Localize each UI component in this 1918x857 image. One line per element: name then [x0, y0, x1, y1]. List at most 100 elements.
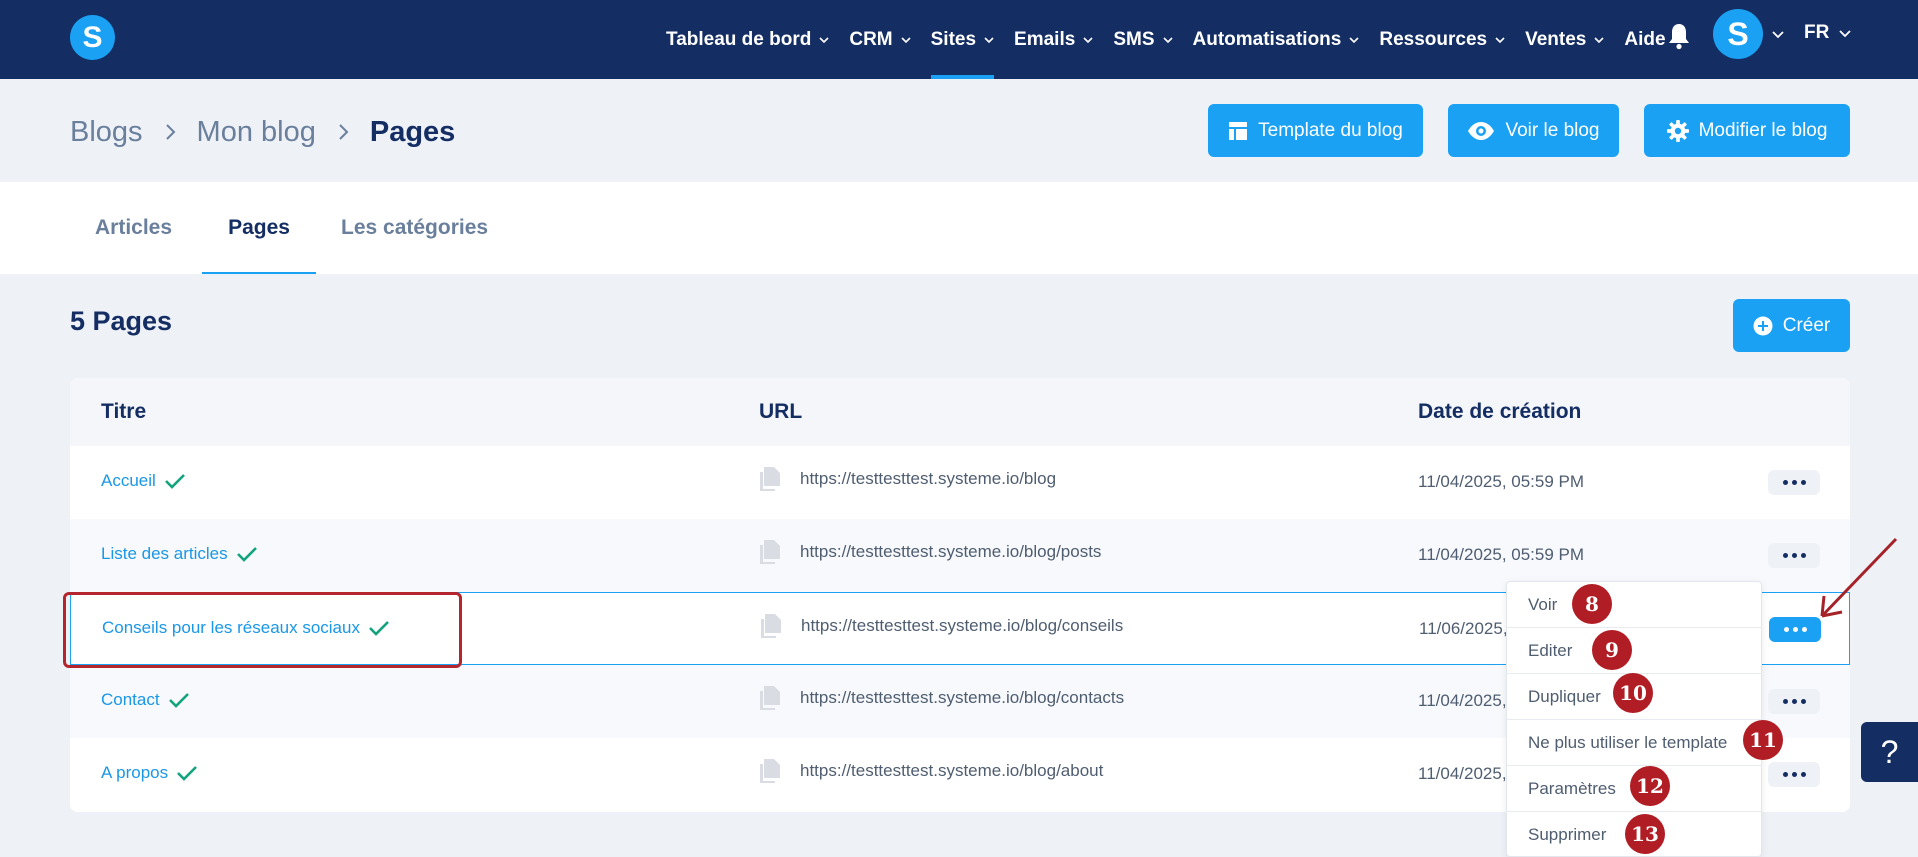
- nav-item-label: Tableau de bord: [666, 28, 812, 50]
- nav-item-label: CRM: [849, 28, 893, 50]
- page-title-text: Liste des articles: [101, 544, 228, 563]
- nav-item-label: Ressources: [1379, 28, 1488, 50]
- bell-icon[interactable]: [1667, 22, 1691, 50]
- systeme-logo[interactable]: S: [70, 15, 115, 60]
- menu-item-label: Voir: [1528, 594, 1558, 614]
- blog-template-button[interactable]: Template du blog: [1208, 104, 1423, 157]
- nav-item-label: Aide: [1624, 28, 1666, 50]
- nav-item-sites[interactable]: Sites: [930, 0, 995, 79]
- tab-categories[interactable]: Les catégories: [341, 182, 488, 274]
- page-title-link[interactable]: Liste des articles: [101, 544, 258, 564]
- tab-pages[interactable]: Pages: [202, 182, 316, 274]
- page-url: https://testtesttest.systeme.io/blog: [759, 466, 1056, 492]
- nav-item-label: SMS: [1113, 28, 1155, 50]
- annotation-highlight-box: [63, 592, 462, 668]
- nav-item-automatisations[interactable]: Automatisations: [1193, 0, 1360, 79]
- breadcrumb: Blogs Mon blog Pages: [70, 110, 455, 154]
- view-blog-button[interactable]: Voir le blog: [1448, 104, 1619, 157]
- nav-item-label: Ventes: [1525, 28, 1587, 50]
- check-icon: [168, 693, 189, 708]
- page-url: https://testtesttest.systeme.io/blog/abo…: [759, 758, 1103, 784]
- top-navigation-bar: S Tableau de bord CRM Sites Emails SMS A…: [0, 0, 1918, 79]
- breadcrumb-mon-blog[interactable]: Mon blog: [197, 116, 316, 149]
- chevron-down-icon: [1594, 36, 1604, 43]
- annotation-badge: 9: [1592, 630, 1632, 670]
- annotation-badge: 12: [1630, 766, 1670, 806]
- nav-item-ventes[interactable]: Ventes: [1525, 0, 1604, 79]
- page-url-text: https://testtesttest.systeme.io/blog/con…: [800, 688, 1125, 707]
- page-title-text: A propos: [101, 763, 169, 782]
- page-title-text: Accueil: [101, 471, 156, 490]
- page-count-title: 5 Pages: [70, 306, 173, 336]
- page-url: https://testtesttest.systeme.io/blog/pos…: [759, 539, 1101, 565]
- chevron-down-icon[interactable]: [1772, 28, 1784, 40]
- menu-item-label: Editer: [1528, 640, 1573, 660]
- create-label: Créer: [1782, 314, 1831, 336]
- nav-item-sms[interactable]: SMS: [1113, 0, 1173, 79]
- copy-icon[interactable]: [759, 758, 781, 784]
- menu-item-label: Ne plus utiliser le template: [1528, 732, 1728, 752]
- page-url-text: https://testtesttest.systeme.io/blog/abo…: [800, 761, 1104, 780]
- page-url: https://testtesttest.systeme.io/blog/con…: [760, 613, 1123, 639]
- help-button[interactable]: ?: [1861, 722, 1918, 782]
- edit-blog-button[interactable]: Modifier le blog: [1644, 104, 1850, 157]
- check-icon: [236, 547, 257, 562]
- nav-item-label: Emails: [1014, 28, 1076, 50]
- nav-item-aide[interactable]: Aide: [1624, 0, 1665, 79]
- page-title-link[interactable]: Contact: [101, 690, 190, 710]
- nav-item-crm[interactable]: CRM: [849, 0, 911, 79]
- check-icon: [177, 766, 198, 781]
- nav-item-tableau-de-bord[interactable]: Tableau de bord: [666, 0, 829, 79]
- menu-item-voir[interactable]: Voir: [1507, 582, 1761, 628]
- breadcrumb-blogs[interactable]: Blogs: [70, 116, 143, 149]
- page-url: https://testtesttest.systeme.io/blog/con…: [759, 685, 1124, 711]
- copy-icon[interactable]: [759, 466, 781, 492]
- language-selector[interactable]: FR: [1804, 22, 1851, 44]
- page-title-link[interactable]: Accueil: [101, 471, 186, 491]
- gear-icon: [1666, 119, 1689, 142]
- blog-template-label: Template du blog: [1258, 119, 1403, 141]
- more-actions-button[interactable]: [1768, 470, 1820, 495]
- create-button[interactable]: Créer: [1733, 299, 1850, 352]
- plus-circle-icon: [1753, 316, 1773, 335]
- page-date: 11/06/2025,: [1419, 619, 1508, 638]
- page-date: 11/04/2025,: [1418, 691, 1507, 710]
- edit-blog-label: Modifier le blog: [1698, 119, 1828, 141]
- page-title-link[interactable]: A propos: [101, 763, 198, 783]
- page-date: 11/04/2025,: [1418, 764, 1507, 783]
- annotation-arrow-icon: [1820, 537, 1898, 618]
- page-url-text: https://testtesttest.systeme.io/blog: [800, 469, 1057, 488]
- copy-icon[interactable]: [760, 613, 782, 639]
- page-url-text: https://testtesttest.systeme.io/blog/pos…: [800, 542, 1102, 561]
- annotation-badge: 13: [1625, 814, 1665, 854]
- chevron-right-icon: [165, 124, 175, 140]
- layout-template-icon: [1229, 121, 1248, 140]
- nav-item-ressources[interactable]: Ressources: [1379, 0, 1505, 79]
- more-actions-button[interactable]: [1768, 762, 1820, 787]
- column-header-url: URL: [759, 400, 803, 423]
- chevron-down-icon: [1349, 36, 1359, 43]
- chevron-down-icon: [984, 36, 994, 43]
- tab-articles[interactable]: Articles: [95, 182, 172, 274]
- actions-dropdown-menu: Voir Editer Dupliquer Ne plus utiliser l…: [1506, 581, 1762, 857]
- page-date: 11/04/2025, 05:59 PM: [1418, 472, 1585, 491]
- menu-item-label: Dupliquer: [1528, 686, 1601, 706]
- main-menu: Tableau de bord CRM Sites Emails SMS Aut…: [666, 0, 1686, 79]
- menu-item-editer[interactable]: Editer: [1507, 628, 1761, 674]
- page-title-text: Contact: [101, 690, 160, 709]
- menu-item-label: Paramètres: [1528, 778, 1616, 798]
- copy-icon[interactable]: [759, 685, 781, 711]
- menu-item-label: Supprimer: [1528, 825, 1607, 844]
- chevron-down-icon: [1839, 30, 1851, 38]
- menu-item-ne-plus-utiliser-template[interactable]: Ne plus utiliser le template: [1507, 720, 1761, 766]
- more-actions-button[interactable]: [1768, 689, 1820, 714]
- annotation-badge: 10: [1613, 673, 1653, 713]
- nav-item-emails[interactable]: Emails: [1014, 0, 1093, 79]
- user-avatar[interactable]: S: [1713, 9, 1763, 59]
- check-icon: [164, 474, 185, 489]
- copy-icon[interactable]: [759, 539, 781, 565]
- annotation-badge: 8: [1572, 584, 1612, 624]
- column-header-date: Date de création: [1418, 400, 1582, 423]
- chevron-down-icon: [901, 36, 911, 43]
- chevron-down-icon: [1162, 36, 1173, 43]
